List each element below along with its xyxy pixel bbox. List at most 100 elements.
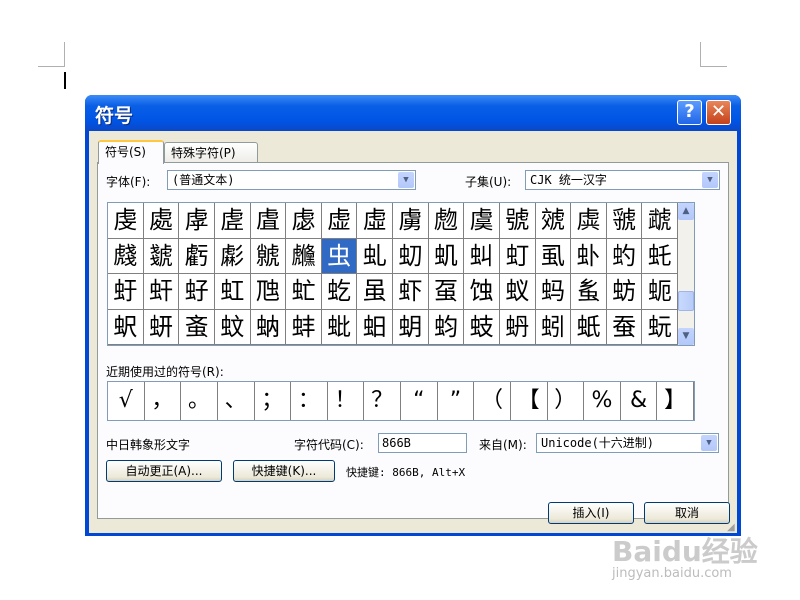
symbol-cell[interactable]: 虘 [250,203,287,239]
symbol-cell[interactable]: 虾 [393,274,429,310]
recent-symbol-cell[interactable]: √ [108,382,145,420]
symbol-cell[interactable]: 蚕 [606,309,643,345]
symbol-cell[interactable]: 蚊 [214,309,251,345]
symbol-cell[interactable]: 蚀 [464,274,500,310]
scroll-thumb[interactable] [678,291,694,311]
symbol-cell[interactable]: 虖 [179,203,215,239]
symbol-cell[interactable]: 虯 [464,238,500,274]
symbol-cell[interactable]: 虮 [428,238,465,274]
recent-symbol-cell[interactable]: ？ [364,382,401,420]
recent-symbol-cell[interactable]: 【 [511,382,548,420]
symbol-cell[interactable]: 虚 [321,203,358,239]
symbol-cell[interactable]: 蚏 [393,309,429,345]
symbol-cell[interactable]: 蚂 [535,274,572,310]
symbol-cell[interactable]: 蚍 [321,309,358,345]
help-button[interactable]: ? [677,100,702,125]
symbol-cell[interactable]: 虷 [143,274,180,310]
symbol-cell[interactable]: 處 [143,203,180,239]
recent-symbol-cell[interactable]: 。 [181,382,218,420]
close-button[interactable]: ✕ [706,100,731,125]
symbol-cell[interactable]: 虱 [535,238,572,274]
symbol-cell[interactable]: 蚖 [642,309,678,345]
symbol-cell[interactable]: 虩 [250,238,287,274]
subset-select[interactable]: CJK 统一汉字 ▼ [525,170,720,190]
symbol-cell[interactable]: 虴 [642,238,678,274]
chevron-down-icon[interactable]: ▼ [701,435,717,451]
symbol-cell[interactable]: 虢 [606,203,643,239]
symbol-cell[interactable]: 蚅 [642,274,678,310]
symbol-cell[interactable]: 號 [499,203,536,239]
symbol-cell[interactable]: 虝 [428,203,465,239]
chevron-down-icon[interactable]: ▼ [398,172,414,188]
symbol-cell[interactable]: 蚃 [571,274,607,310]
scroll-down-button[interactable]: ▼ [678,328,694,345]
cancel-button[interactable]: 取消 [644,502,730,524]
char-code-input[interactable]: 866B [378,433,467,453]
recent-symbol-cell[interactable]: & [621,382,658,420]
symbol-cell[interactable]: 蚐 [428,309,465,345]
autocorrect-button[interactable]: 自动更正(A)... [106,460,222,482]
symbol-cell[interactable]: 蚈 [143,309,180,345]
scroll-up-button[interactable]: ▲ [678,203,694,220]
title-bar[interactable]: 符号 ? ✕ [85,95,741,131]
symbol-cell[interactable]: 虬 [357,238,393,274]
symbol-cell[interactable]: 蚌 [286,309,322,345]
symbol-cell-selected[interactable]: 虫 [321,238,358,274]
symbol-cell[interactable]: 虭 [393,238,429,274]
symbol-cell[interactable]: 虿 [428,274,465,310]
symbol-cell[interactable]: 虲 [571,238,607,274]
symbol-cell[interactable]: 虣 [642,203,678,239]
recent-symbol-cell[interactable]: ” [438,382,475,420]
symbol-cell[interactable]: 虞 [464,203,500,239]
symbol-cell[interactable]: 虶 [108,274,144,310]
recent-symbol-cell[interactable]: 、 [218,382,255,420]
symbol-cell[interactable]: 虧 [179,238,215,274]
recent-symbol-cell[interactable]: ， [145,382,182,420]
symbol-cell[interactable]: 虻 [286,274,322,310]
font-select[interactable]: (普通文本) ▼ [167,170,416,190]
symbol-cell[interactable]: 蚉 [179,309,215,345]
recent-symbol-cell[interactable]: ； [255,382,292,420]
symbol-cell[interactable]: 蚓 [535,309,572,345]
symbol-cell[interactable]: 虜 [393,203,429,239]
symbol-cell[interactable]: 虽 [357,274,393,310]
chevron-down-icon[interactable]: ▼ [702,172,718,188]
recent-symbol-cell[interactable]: ： [291,382,328,420]
symbol-cell[interactable]: 虺 [250,274,287,310]
recent-symbol-cell[interactable]: 】 [657,382,694,420]
symbol-cell[interactable]: 虙 [286,203,322,239]
tab-special-characters[interactable]: 特殊字符(P) [164,142,258,164]
insert-button[interactable]: 插入(I) [548,502,634,524]
grid-scrollbar[interactable]: ▲ ▼ [678,203,694,345]
symbol-cell[interactable]: 虡 [571,203,607,239]
symbol-cell[interactable]: 蚒 [499,309,536,345]
symbol-cell[interactable]: 虔 [108,203,144,239]
recent-symbol-cell[interactable]: ） [548,382,585,420]
symbol-cell[interactable]: 虨 [214,238,251,274]
symbol-cell[interactable]: 蚔 [571,309,607,345]
recent-symbol-cell[interactable]: （ [474,382,511,420]
symbol-cell[interactable]: 虸 [179,274,215,310]
symbol-cell[interactable]: 蚁 [499,274,536,310]
from-select[interactable]: Unicode(十六进制) ▼ [536,433,719,453]
tab-symbols[interactable]: 符号(S) [98,140,164,164]
symbol-cell[interactable]: 虦 [143,238,180,274]
symbol-cell[interactable]: 蚄 [606,274,643,310]
symbol-cell[interactable]: 蚇 [108,309,144,345]
shortcut-key-button[interactable]: 快捷键(K)... [233,460,335,482]
recent-symbol-cell[interactable]: % [584,382,621,420]
symbol-cell[interactable]: 虛 [357,203,393,239]
symbol-cell[interactable]: 蚋 [250,309,287,345]
symbol-cell[interactable]: 虪 [286,238,322,274]
symbol-cell[interactable]: 虠 [535,203,572,239]
symbol-cell[interactable]: 虳 [606,238,643,274]
symbol-cell[interactable]: 虥 [108,238,144,274]
symbol-cell[interactable]: 虰 [499,238,536,274]
recent-symbol-cell[interactable]: ！ [328,382,365,420]
symbol-cell[interactable]: 虹 [214,274,251,310]
symbol-cell[interactable]: 虼 [321,274,358,310]
symbol-cell[interactable]: 蚎 [357,309,393,345]
symbol-cell[interactable]: 蚑 [464,309,500,345]
symbol-cell[interactable]: 虗 [214,203,251,239]
recent-symbol-cell[interactable]: “ [401,382,438,420]
